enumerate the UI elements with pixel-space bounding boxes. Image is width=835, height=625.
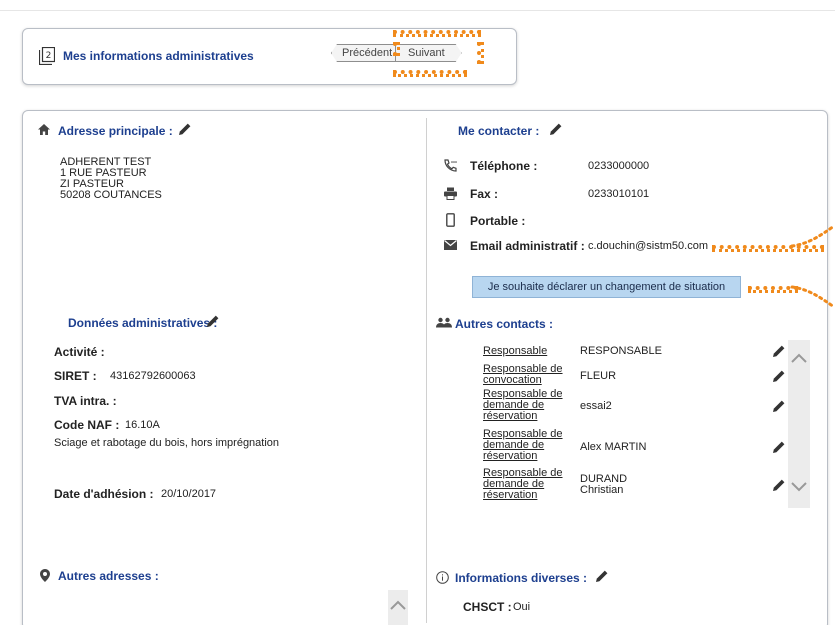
next-button[interactable]: Suivant xyxy=(395,44,462,62)
edit-contact-row-pencil-icon[interactable] xyxy=(772,344,786,358)
step-number-icon: 2 xyxy=(39,47,55,65)
column-divider xyxy=(426,118,427,623)
info-icon xyxy=(436,571,449,584)
contact-role[interactable]: Responsable de demande de réservation xyxy=(483,389,563,422)
mobile-label: Portable : xyxy=(470,214,526,228)
contact-name: RESPONSABLE xyxy=(580,345,662,357)
chevron-down-icon[interactable] xyxy=(791,482,807,492)
misc-info-title: Informations diverses : xyxy=(455,571,588,585)
previous-button[interactable]: Précédent xyxy=(331,44,400,62)
location-pin-icon xyxy=(40,569,50,582)
phone-icon xyxy=(444,159,457,172)
highlight-left-dots xyxy=(393,42,400,56)
chevron-up-icon[interactable] xyxy=(791,353,807,363)
edit-contact-row-pencil-icon[interactable] xyxy=(772,369,786,383)
fax-label: Fax : xyxy=(470,187,499,201)
siret-label: SIRET : xyxy=(54,369,97,383)
highlight-right-dots xyxy=(477,42,484,64)
button-highlight-curve xyxy=(790,285,835,309)
edit-contact-pencil-icon[interactable] xyxy=(549,122,563,136)
naf-description: Sciage et rabotage du bois, hors imprégn… xyxy=(54,437,280,449)
highlight-top-dots xyxy=(393,30,481,37)
siret-value: 43162792600063 xyxy=(110,370,196,382)
page-title: Mes informations administratives xyxy=(63,49,254,63)
svg-text:2: 2 xyxy=(46,51,52,61)
email-value: c.douchin@sistm50.com xyxy=(588,240,708,252)
phone-value: 0233000000 xyxy=(588,160,650,172)
admin-data-title: Données administratives : xyxy=(68,316,218,330)
edit-admin-pencil-icon[interactable] xyxy=(206,314,220,328)
edit-address-pencil-icon[interactable] xyxy=(178,122,192,136)
edit-contact-row-pencil-icon[interactable] xyxy=(772,478,786,492)
email-label: Email administratif : xyxy=(470,239,585,253)
contact-name: Alex MARTIN xyxy=(580,441,647,453)
contact-role[interactable]: Responsable de convocation xyxy=(483,364,563,386)
home-icon xyxy=(38,124,50,135)
address-block: ADHERENT TEST 1 RUE PASTEUR ZI PASTEUR 5… xyxy=(60,157,162,201)
phone-label: Téléphone : xyxy=(470,159,538,173)
contact-name: FLEUR xyxy=(580,370,617,382)
tva-label: TVA intra. : xyxy=(54,394,117,408)
chsct-value: Oui xyxy=(513,601,531,613)
email-highlight-curve xyxy=(790,224,835,248)
fax-icon xyxy=(444,187,457,200)
people-icon xyxy=(436,317,452,328)
other-contacts-title: Autres contacts : xyxy=(455,317,554,331)
edit-contact-row-pencil-icon[interactable] xyxy=(772,440,786,454)
adhesion-label: Date d'adhésion : xyxy=(54,487,154,501)
chsct-label: CHSCT : xyxy=(463,600,512,614)
declare-change-button[interactable]: Je souhaite déclarer un changement de si… xyxy=(472,276,741,298)
edit-contact-row-pencil-icon[interactable] xyxy=(772,399,786,413)
address-line: 50208 COUTANCES xyxy=(60,189,162,201)
mobile-icon xyxy=(446,213,455,227)
contact-role[interactable]: Responsable de demande de réservation xyxy=(483,429,563,462)
other-addresses-title: Autres adresses : xyxy=(58,569,159,583)
contact-role[interactable]: Responsable de demande de réservation xyxy=(483,468,563,501)
naf-value: 16.10A xyxy=(125,419,160,431)
activity-label: Activité : xyxy=(54,345,105,359)
contact-role[interactable]: Responsable xyxy=(483,346,563,357)
top-divider xyxy=(0,10,835,11)
adhesion-value: 20/10/2017 xyxy=(161,488,217,500)
naf-label: Code NAF : xyxy=(54,418,120,432)
fax-value: 0233010101 xyxy=(588,188,650,200)
contact-name: DURAND Christian xyxy=(580,473,628,496)
contact-title: Me contacter : xyxy=(458,124,540,138)
contact-name: essai2 xyxy=(580,400,612,412)
email-icon xyxy=(444,240,457,250)
edit-misc-pencil-icon[interactable] xyxy=(595,569,609,583)
highlight-bottom-dots xyxy=(393,70,467,77)
main-address-title: Adresse principale : xyxy=(58,124,173,138)
chevron-up-icon[interactable] xyxy=(390,600,406,610)
